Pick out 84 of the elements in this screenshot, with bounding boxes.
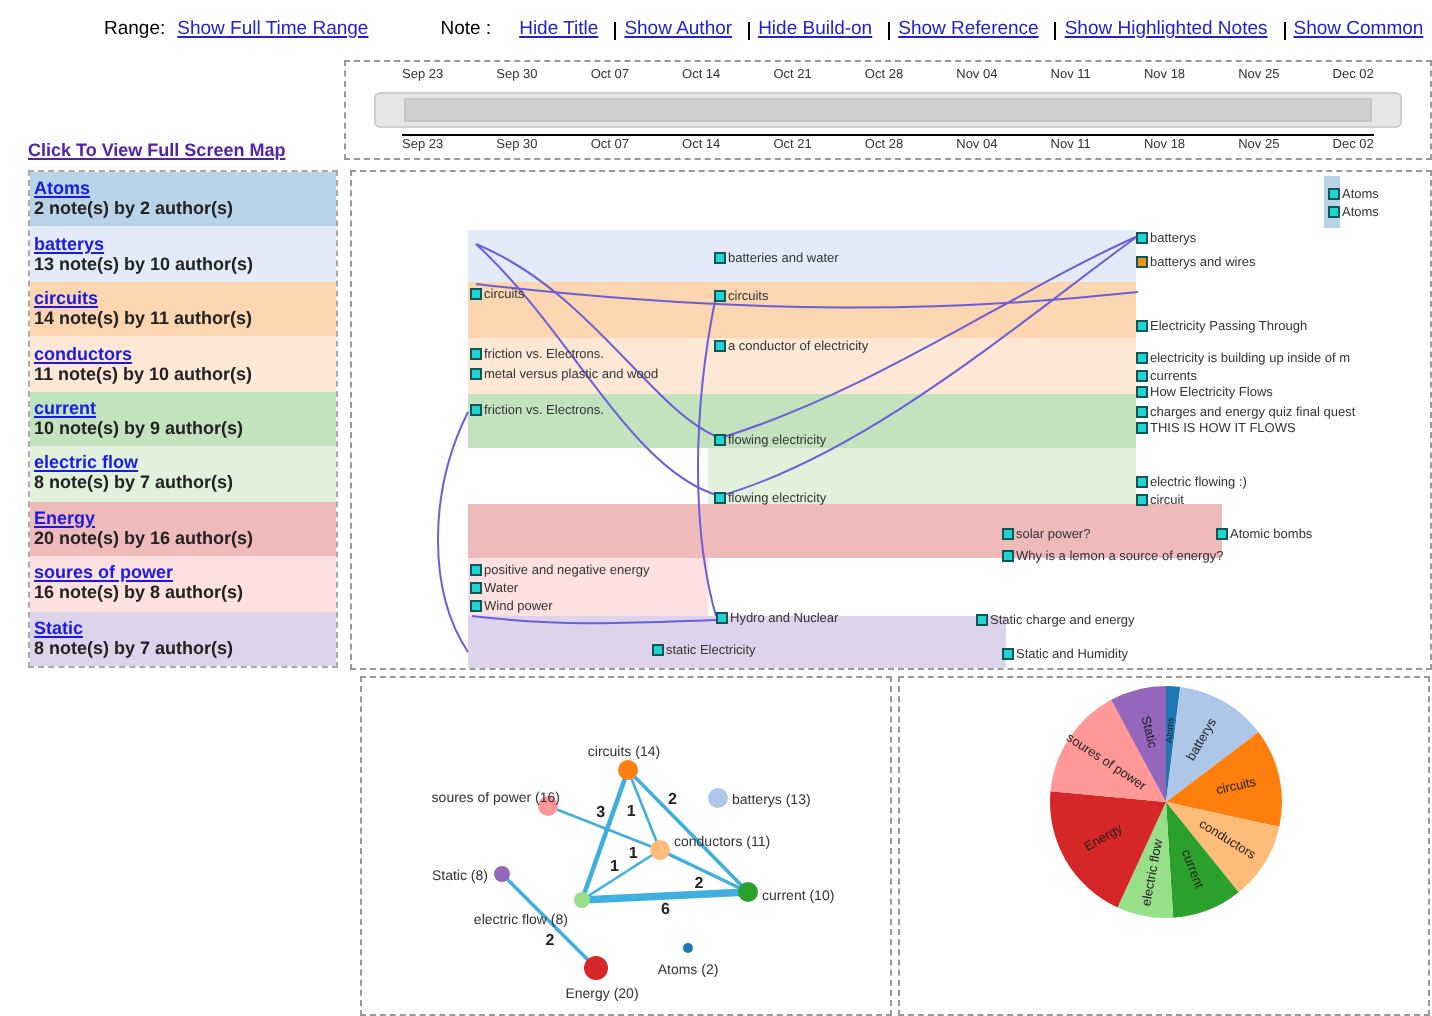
note-icon[interactable]	[1136, 476, 1148, 488]
topic-summary: 14 note(s) by 11 author(s)	[34, 308, 255, 331]
note-icon[interactable]	[1136, 494, 1148, 506]
note-icon[interactable]	[1328, 206, 1340, 218]
topic-summary: 8 note(s) by 7 author(s)	[34, 472, 236, 495]
note-icon[interactable]	[1136, 370, 1148, 382]
note-icon[interactable]	[1136, 320, 1148, 332]
edge-weight: 1	[626, 802, 636, 821]
note-icon[interactable]	[1002, 528, 1014, 540]
note-icon[interactable]	[1136, 406, 1148, 418]
topic-row[interactable]: Atoms 2 note(s) by 2 author(s)	[30, 172, 336, 227]
note-option-link[interactable]: Show Highlighted Notes	[1064, 15, 1268, 45]
topic-link[interactable]: Static	[34, 617, 84, 638]
topic-link[interactable]: soures of power	[34, 562, 174, 583]
edge-weight: 1	[610, 856, 619, 875]
graph-node[interactable]	[618, 760, 638, 780]
topic-row[interactable]: soures of power 16 note(s) by 8 author(s)	[30, 556, 336, 611]
note-icon[interactable]	[714, 492, 726, 504]
graph-node[interactable]	[683, 943, 693, 953]
topic-row[interactable]: electric flow 8 note(s) by 7 author(s)	[30, 446, 336, 502]
note-icon[interactable]	[470, 404, 482, 416]
edge-weight: 2	[694, 873, 704, 892]
topic-row[interactable]: batterys 13 note(s) by 10 author(s)	[30, 226, 336, 282]
note-option-link[interactable]: Show Reference	[898, 15, 1039, 45]
note-icon[interactable]	[470, 564, 482, 576]
note-icon[interactable]	[470, 582, 482, 594]
edge-weight: 1	[628, 844, 638, 863]
topic-link[interactable]: Atoms	[34, 178, 91, 199]
graph-node[interactable]	[650, 840, 670, 860]
note-icon[interactable]	[1136, 422, 1148, 434]
graph-node[interactable]	[574, 892, 590, 908]
graph-node[interactable]	[494, 866, 510, 882]
note-icon[interactable]	[1136, 256, 1148, 268]
topic-row[interactable]: current 10 note(s) by 9 author(s)	[30, 391, 336, 447]
note-icon[interactable]	[714, 290, 726, 302]
note-icon[interactable]	[1136, 352, 1148, 364]
topic-row[interactable]: Static 8 note(s) by 7 author(s)	[30, 611, 336, 666]
note-option-link[interactable]: Show Author	[624, 15, 733, 45]
full-screen-map-link[interactable]: Click To View Full Screen Map	[28, 137, 286, 164]
note-option-link[interactable]: Show Common	[1293, 15, 1424, 45]
note-icon[interactable]	[470, 288, 482, 300]
edge-weight: 6	[661, 900, 671, 918]
note-icon[interactable]	[1136, 386, 1148, 398]
edge-weight: 3	[596, 803, 606, 822]
graph-node[interactable]	[584, 956, 608, 980]
note-icon[interactable]	[1002, 648, 1014, 660]
topic-summary: 16 note(s) by 8 author(s)	[34, 582, 246, 605]
topic-row[interactable]: Energy 20 note(s) by 16 author(s)	[30, 501, 336, 557]
edge-weight: 2	[668, 790, 677, 809]
note-icon[interactable]	[714, 252, 726, 264]
note-icon[interactable]	[714, 434, 726, 446]
range-label: Range:	[104, 15, 166, 44]
note-icon[interactable]	[716, 612, 728, 624]
topic-summary: 2 note(s) by 2 author(s)	[34, 198, 236, 221]
graph-node[interactable]	[738, 882, 758, 902]
show-full-time-range-link[interactable]: Show Full Time Range	[177, 15, 369, 45]
topic-summary: 11 note(s) by 10 author(s)	[34, 363, 255, 386]
topic-row[interactable]: conductors 11 note(s) by 10 author(s)	[30, 336, 336, 392]
topic-link[interactable]: conductors	[34, 343, 133, 364]
topic-link[interactable]: batterys	[34, 233, 105, 254]
note-icon[interactable]	[470, 368, 482, 380]
note-icon[interactable]	[470, 600, 482, 612]
topic-link[interactable]: current	[34, 397, 97, 418]
note-icon[interactable]	[1136, 232, 1148, 244]
topic-summary: 13 note(s) by 10 author(s)	[34, 253, 256, 276]
note-icon[interactable]	[976, 614, 988, 626]
note-icon[interactable]	[652, 644, 664, 656]
topic-summary: 10 note(s) by 9 author(s)	[34, 417, 246, 440]
edge-weight: 2	[545, 930, 555, 949]
note-icon[interactable]	[1328, 188, 1340, 200]
topic-row[interactable]: circuits 14 note(s) by 11 author(s)	[30, 281, 336, 337]
topic-summary: 8 note(s) by 7 author(s)	[34, 637, 236, 660]
note-option-link[interactable]: Hide Build-on	[758, 15, 873, 45]
note-icon[interactable]	[470, 348, 482, 360]
topic-link[interactable]: electric flow	[34, 452, 139, 473]
note-icon[interactable]	[1216, 528, 1228, 540]
note-option-link[interactable]: Hide Title	[519, 15, 599, 45]
note-icon[interactable]	[1002, 550, 1014, 562]
note-label: Note :	[440, 15, 492, 44]
topic-summary: 20 note(s) by 16 author(s)	[34, 527, 256, 550]
topic-link[interactable]: Energy	[34, 507, 96, 528]
topic-link[interactable]: circuits	[34, 288, 99, 309]
graph-node[interactable]	[708, 788, 728, 808]
note-icon[interactable]	[714, 340, 726, 352]
